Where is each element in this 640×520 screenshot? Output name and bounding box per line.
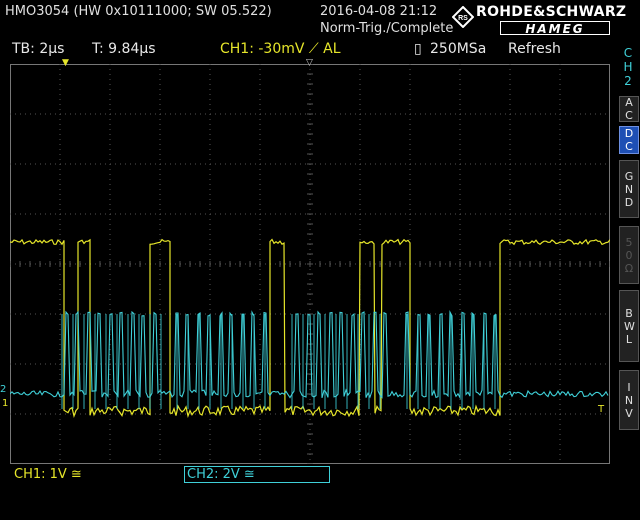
- timebase-readout[interactable]: TB: 2µs: [12, 41, 64, 57]
- trigger-status: Norm-Trig./Complete: [320, 21, 454, 36]
- acquisition-mode[interactable]: Refresh: [508, 41, 561, 57]
- logo-text-hameg: HAMEG: [500, 21, 610, 36]
- trigger-time-readout[interactable]: T: 9.84µs: [92, 41, 156, 57]
- logo-text-rs: ROHDE&SCHWARZ: [476, 4, 627, 20]
- rs-emblem-icon: RS: [452, 6, 474, 28]
- trigger-readout[interactable]: CH1: -30mV ⟋ AL: [220, 41, 341, 57]
- side-menu-channel-label: CH2: [623, 46, 633, 88]
- graticule: [10, 64, 610, 464]
- info-bar: TB: 2µs T: 9.84µs CH1: -30mV ⟋ AL ▯ 250M…: [0, 40, 614, 60]
- coupling-button-label: INV: [624, 380, 634, 420]
- ch1-scale[interactable]: CH1: 1V ≅: [14, 467, 82, 482]
- coupling-button-2[interactable]: GND: [619, 160, 639, 218]
- side-menu-channel: CH2: [616, 40, 640, 94]
- coupling-button-label: GND: [624, 169, 634, 209]
- waveform-display[interactable]: [10, 64, 610, 464]
- brand-logo: RS ROHDE&SCHWARZ HAMEG: [452, 2, 638, 38]
- coupling-button-5[interactable]: INV: [619, 370, 639, 430]
- coupling-button-3: 50Ω: [619, 226, 639, 284]
- side-menu: CH2 AC DC GND 50Ω BWL INV: [616, 40, 640, 520]
- device-info: HMO3054 (HW 0x10111000; SW 05.522): [5, 4, 272, 19]
- memory-icon: ▯: [414, 41, 422, 57]
- coupling-button-label: DC: [624, 127, 634, 153]
- footer-bar: CH1: 1V ≅ CH2: 2V ≅: [0, 464, 614, 486]
- status-block: 2016-04-08 21:12 Norm-Trig./Complete: [320, 3, 453, 37]
- date-time: 2016-04-08 21:12: [320, 4, 438, 19]
- coupling-button-label: AC: [625, 96, 633, 122]
- sample-rate-readout: 250MSa: [430, 41, 487, 57]
- coupling-button-label: 50Ω: [624, 235, 634, 275]
- ch1-ground-marker[interactable]: 1: [2, 398, 8, 409]
- trigger-position-marker[interactable]: ▼: [62, 58, 69, 68]
- center-marker-icon: ▽: [306, 58, 313, 68]
- coupling-button-1[interactable]: DC: [619, 126, 639, 154]
- header-bar: HMO3054 (HW 0x10111000; SW 05.522) 2016-…: [0, 0, 640, 40]
- svg-text:RS: RS: [458, 15, 468, 22]
- ch2-scale[interactable]: CH2: 2V ≅: [184, 466, 330, 483]
- trigger-level-marker[interactable]: T: [598, 404, 604, 415]
- coupling-button-0[interactable]: AC: [619, 96, 639, 122]
- ch2-ground-marker[interactable]: 2: [0, 384, 6, 395]
- coupling-button-4[interactable]: BWL: [619, 290, 639, 362]
- coupling-button-label: BWL: [624, 306, 635, 346]
